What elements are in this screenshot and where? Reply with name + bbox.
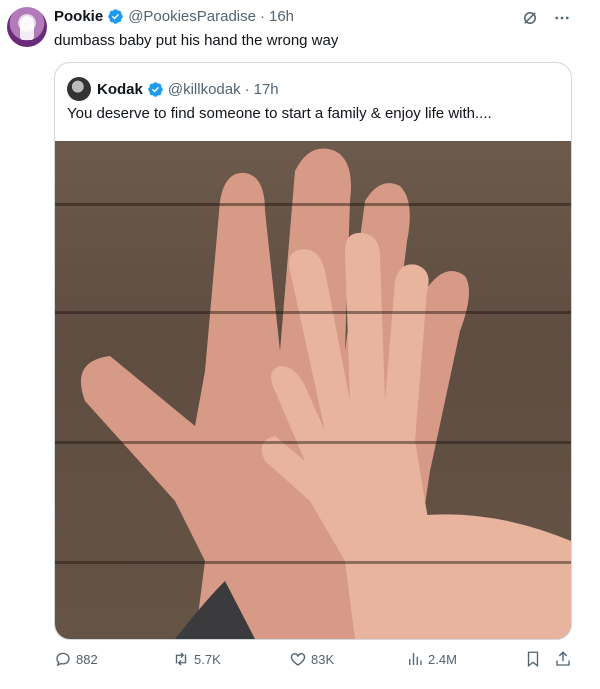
- more-icon[interactable]: [552, 8, 572, 28]
- quoted-author-avatar: [67, 77, 91, 101]
- bookmark-icon: [527, 651, 539, 668]
- quoted-header: Kodak @killkodak · 17h: [67, 77, 279, 101]
- like-icon: [290, 653, 306, 666]
- quoted-time: 17h: [253, 80, 279, 98]
- verified-badge-icon: [148, 81, 163, 97]
- reply-count: 882: [76, 651, 98, 667]
- author-handle[interactable]: @PookiesParadise: [128, 8, 256, 25]
- hands-photo[interactable]: [55, 141, 571, 639]
- top-actions: [520, 8, 572, 28]
- bookmark-button[interactable]: [524, 650, 542, 668]
- separator: ·: [244, 80, 250, 98]
- like-button[interactable]: 83K: [289, 650, 334, 668]
- quoted-author-handle: @killkodak: [167, 80, 241, 98]
- post-header: Pookie @PookiesParadise · 16h: [54, 8, 294, 25]
- separator: ·: [259, 8, 265, 25]
- post-text: dumbass baby put his hand the wrong way: [54, 32, 339, 49]
- quoted-text: You deserve to find someone to start a f…: [67, 105, 492, 122]
- author-avatar[interactable]: [7, 7, 47, 47]
- reply-icon: [56, 652, 70, 667]
- like-count: 83K: [311, 651, 335, 667]
- share-icon: [556, 651, 570, 666]
- grok-icon[interactable]: [520, 8, 540, 28]
- views-button[interactable]: 2.4M: [406, 650, 457, 668]
- author-name[interactable]: Pookie: [54, 8, 103, 25]
- repost-count: 5.7K: [194, 651, 221, 667]
- views-icon: [409, 653, 422, 665]
- repost-icon: [175, 652, 187, 666]
- post: Pookie @PookiesParadise · 16h dumbass ba…: [0, 0, 590, 689]
- share-button[interactable]: [554, 650, 572, 668]
- hands-illustration: [80, 148, 571, 639]
- post-time[interactable]: 16h: [269, 8, 294, 25]
- verified-badge-icon: [108, 9, 123, 24]
- reply-button[interactable]: 882: [54, 650, 98, 668]
- quoted-author-name: Kodak: [97, 80, 143, 98]
- action-bar: 882 5.7K 83K 2.4M: [0, 650, 590, 674]
- views-count: 2.4M: [428, 651, 457, 667]
- quoted-post[interactable]: Kodak @killkodak · 17h You deserve to fi…: [54, 62, 572, 640]
- repost-button[interactable]: 5.7K: [172, 650, 221, 668]
